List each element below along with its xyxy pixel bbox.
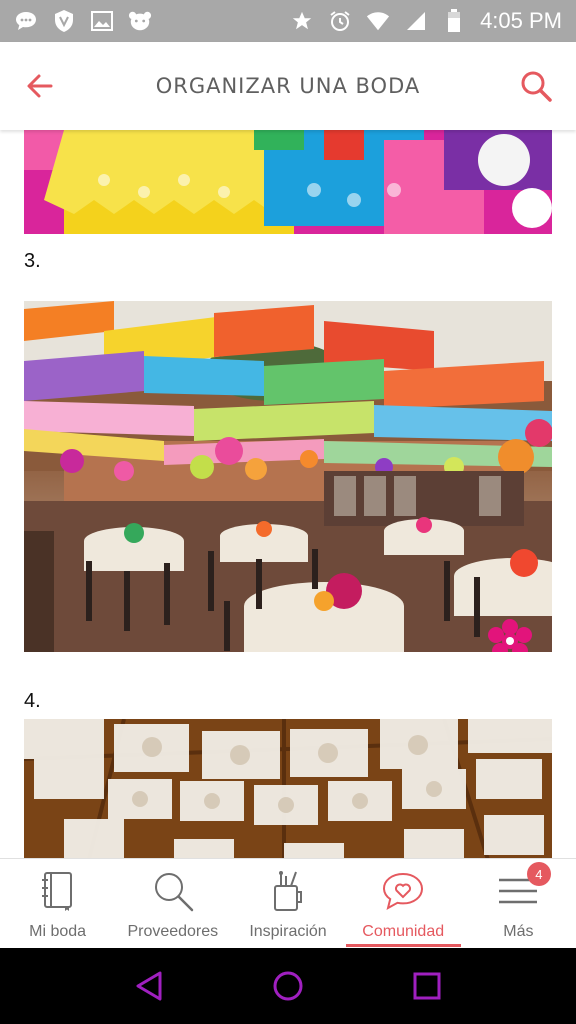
white-papel-picado-photo: [24, 719, 552, 858]
status-time: 4:05 PM: [480, 8, 562, 33]
nav-inspiracion[interactable]: Inspiración: [230, 859, 345, 948]
pencil-cup-icon: [266, 869, 310, 913]
triangle-back-icon: [136, 971, 162, 1001]
article-content[interactable]: 3. 4.: [0, 130, 576, 858]
nav-label: Inspiración: [249, 923, 327, 940]
system-home-button[interactable]: [268, 966, 308, 1006]
item-number-4: 4.: [24, 690, 41, 712]
bear-notification-icon: [128, 9, 152, 33]
app-bar: ORGANIZAR UNA BODA: [0, 42, 576, 130]
nav-label: Más: [503, 923, 534, 940]
system-back-button[interactable]: [129, 966, 169, 1006]
battery-icon: [442, 9, 466, 33]
back-button[interactable]: [20, 66, 60, 106]
square-recents-icon: [413, 972, 441, 1000]
notebook-icon: [36, 869, 80, 913]
system-recents-button[interactable]: [407, 966, 447, 1006]
nav-comunidad[interactable]: Comunidad: [345, 859, 461, 948]
image-notification-icon: [90, 9, 114, 33]
back-arrow-icon: [27, 74, 53, 98]
status-bar-notifications: [14, 9, 152, 33]
notification-badge: 4: [526, 862, 551, 886]
item-number-3: 3.: [24, 250, 41, 272]
search-icon: [151, 869, 195, 913]
nav-label: Proveedores: [127, 923, 219, 940]
nav-label: Comunidad: [362, 923, 445, 940]
reception-courtyard-photo: [24, 301, 552, 652]
circle-home-icon: [273, 971, 303, 1001]
alarm-icon: [328, 9, 352, 33]
active-tab-indicator: [345, 944, 461, 947]
nav-label: Mi boda: [29, 923, 87, 940]
page-title: ORGANIZAR UNA BODA: [155, 74, 421, 98]
search-icon: [521, 71, 552, 102]
shield-notification-icon: [52, 9, 76, 33]
chat-heart-icon: [381, 869, 425, 913]
papel-picado-photo-1: [24, 130, 552, 234]
bottom-navigation: Mi boda Proveedores Inspiración Comunida…: [0, 858, 576, 948]
signal-icon: [404, 9, 428, 33]
nav-proveedores[interactable]: Proveedores: [115, 859, 230, 948]
status-bar: 4:05 PM: [0, 0, 576, 42]
star-icon: [290, 9, 314, 33]
wifi-icon: [366, 9, 390, 33]
chat-notification-icon: [14, 9, 38, 33]
system-navigation-bar: [0, 948, 576, 1024]
nav-mas[interactable]: 4 Más: [461, 859, 576, 948]
status-bar-system: 4:05 PM: [290, 8, 562, 34]
search-button[interactable]: [516, 66, 556, 106]
nav-mi-boda[interactable]: Mi boda: [0, 859, 115, 948]
